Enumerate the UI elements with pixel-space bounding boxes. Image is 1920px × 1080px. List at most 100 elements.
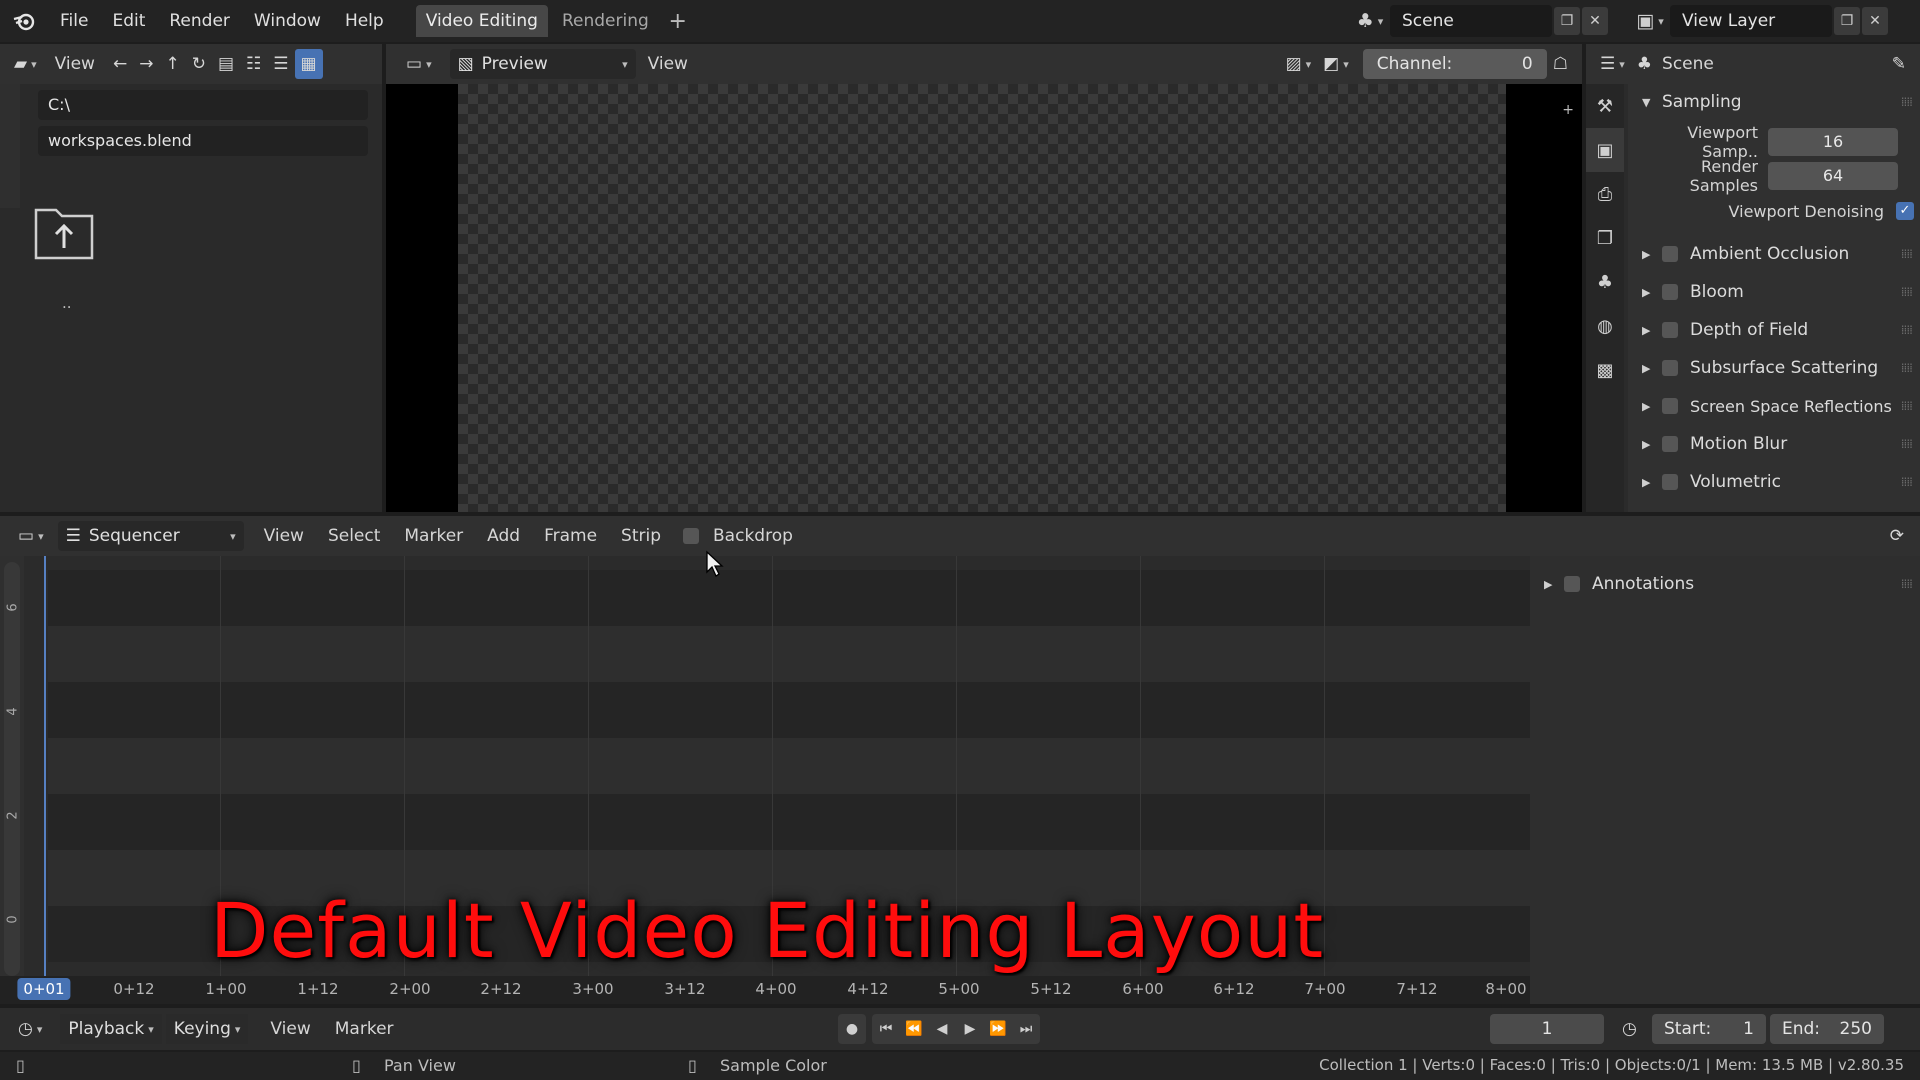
current-time-marker[interactable]: 0+01 — [17, 978, 71, 1000]
texture-tab-icon[interactable]: ▩ — [1586, 348, 1624, 392]
thumbnails-view-icon[interactable]: ▦ — [294, 49, 323, 79]
drag-grip-icon[interactable]: ⁞⁞⁞⁞ — [1901, 247, 1913, 261]
output-tab-icon[interactable]: ⎙ — [1586, 172, 1624, 216]
tab-rendering[interactable]: Rendering — [552, 5, 659, 37]
overlay-icon[interactable]: ◩ ▾ — [1317, 49, 1355, 79]
sequencer-menu-select[interactable]: Select — [316, 526, 392, 546]
editor-type-properties-icon[interactable]: ☰ ▾ — [1594, 49, 1631, 79]
long-list-icon[interactable]: ☰ — [267, 49, 294, 79]
viewport-samples-field[interactable]: 16 — [1768, 128, 1898, 156]
file-browser-view-menu[interactable]: View — [43, 54, 107, 74]
drag-grip-icon[interactable]: ⁞⁞⁞⁞ — [1901, 361, 1913, 375]
sequencer-menu-view[interactable]: View — [252, 526, 316, 546]
drag-grip-icon[interactable]: ⁞⁞⁞⁞ — [1901, 399, 1913, 413]
current-frame-field[interactable]: 1 — [1490, 1014, 1604, 1044]
sequencer-menu-frame[interactable]: Frame — [532, 526, 609, 546]
playback-menu[interactable]: Playback ▾ — [60, 1014, 162, 1044]
play-reverse-icon[interactable]: ◀ — [928, 1014, 956, 1044]
drag-grip-icon[interactable]: ⁞⁞⁞⁞ — [1901, 285, 1913, 299]
close-view-layer-icon[interactable]: ✕ — [1862, 7, 1888, 35]
jump-keyframe-forward-icon[interactable]: ⏩ — [984, 1014, 1012, 1044]
view-layer-name-field[interactable]: View Layer — [1670, 5, 1832, 37]
annotations-checkbox[interactable] — [1564, 576, 1580, 592]
filename-field[interactable]: workspaces.blend — [38, 126, 368, 156]
enable-checkbox[interactable] — [1662, 436, 1678, 452]
scene-icon[interactable]: ♣ ▾ — [1350, 5, 1390, 37]
tab-video-editing[interactable]: Video Editing — [415, 5, 548, 37]
directory-path-field[interactable]: C:\ — [38, 90, 368, 120]
scene-tab-icon[interactable]: ♣ — [1586, 260, 1624, 304]
menu-help[interactable]: Help — [333, 0, 396, 42]
editor-type-timeline-icon[interactable]: ◷ ▾ — [12, 1014, 48, 1044]
jump-keyframe-back-icon[interactable]: ⏪ — [900, 1014, 928, 1044]
viewport-denoising-checkbox[interactable]: ✓ — [1896, 202, 1914, 220]
channel-field[interactable]: Channel: 0 — [1362, 49, 1547, 79]
add-workspace-button[interactable]: + — [663, 9, 693, 34]
backdrop-checkbox[interactable] — [683, 528, 700, 544]
view-layer-tab-icon[interactable]: ❐ — [1586, 216, 1624, 260]
menu-render[interactable]: Render — [157, 0, 242, 42]
preview-range-clock-icon[interactable]: ◷ — [1616, 1014, 1643, 1044]
forward-arrow-icon[interactable]: → — [133, 49, 159, 79]
sequencer-view-type-dropdown[interactable]: ☰ Sequencer ▾ — [57, 521, 244, 551]
tool-tab-icon[interactable]: ⚒ — [1586, 84, 1624, 128]
scene-name-field[interactable]: Scene — [1390, 5, 1552, 37]
menu-edit[interactable]: Edit — [100, 0, 157, 42]
enable-checkbox[interactable] — [1662, 360, 1678, 376]
sampling-panel-header[interactable]: ▼ Sampling ⁞⁞⁞⁞ — [1628, 84, 1920, 120]
time-ruler[interactable]: 0+01 0+12 1+00 1+12 2+00 2+12 3+00 3+12 … — [0, 976, 1530, 1004]
sequencer-timeline[interactable]: 6 4 2 0 Default Video Editing Layout 0+0… — [0, 556, 1530, 1004]
menu-file[interactable]: File — [48, 0, 100, 42]
back-arrow-icon[interactable]: ← — [107, 49, 133, 79]
record-icon[interactable]: ● — [838, 1014, 866, 1044]
drag-grip-icon[interactable]: ⁞⁞⁞⁞ — [1901, 577, 1913, 591]
parent-folder-icon[interactable] — [32, 198, 96, 262]
refresh-icon[interactable]: ↻ — [186, 49, 212, 79]
view-layer-icon[interactable]: ▣ ▾ — [1630, 5, 1670, 37]
enable-checkbox[interactable] — [1662, 284, 1678, 300]
preview-view-menu[interactable]: View — [636, 54, 700, 74]
render-tab-icon[interactable]: ▣ — [1586, 128, 1624, 172]
play-icon[interactable]: ▶ — [956, 1014, 984, 1044]
annotations-panel-header[interactable]: ▶ Annotations ⁞⁞⁞⁞ — [1530, 566, 1920, 602]
panel-depth-of-field[interactable]: ▶ Depth of Field ⁞⁞⁞⁞ — [1628, 312, 1920, 348]
editor-type-sequencer-icon[interactable]: ▭ ▾ — [12, 521, 50, 551]
view-type-dropdown[interactable]: ▧ Preview ▾ — [449, 49, 636, 79]
menu-window[interactable]: Window — [242, 0, 333, 42]
sequencer-menu-marker[interactable]: Marker — [392, 526, 475, 546]
editor-type-sequencer-icon[interactable]: ▭ ▾ — [400, 49, 438, 79]
panel-volumetric[interactable]: ▶ Volumetric ⁞⁞⁞⁞ — [1628, 464, 1920, 500]
drag-grip-icon[interactable]: ⁞⁞⁞⁞ — [1901, 323, 1913, 337]
enable-checkbox[interactable] — [1662, 246, 1678, 262]
ghost-icon[interactable]: ☖ — [1547, 49, 1574, 79]
panel-motion-blur[interactable]: ▶ Motion Blur ⁞⁞⁞⁞ — [1628, 426, 1920, 462]
panel-ambient-occlusion[interactable]: ▶ Ambient Occlusion ⁞⁞⁞⁞ — [1628, 236, 1920, 272]
panel-screen-space-reflections[interactable]: ▶ Screen Space Reflections ⁞⁞⁞⁞ — [1628, 388, 1920, 424]
display-mode-icon[interactable]: ▨ ▾ — [1280, 49, 1318, 79]
pin-icon[interactable]: ✎ — [1886, 49, 1912, 79]
sequencer-menu-add[interactable]: Add — [475, 526, 532, 546]
drag-grip-icon[interactable]: ⁞⁞⁞⁞ — [1901, 95, 1913, 109]
refresh-sequencer-icon[interactable]: ⟳ — [1884, 521, 1910, 551]
editor-type-folder-icon[interactable]: ▰ ▾ — [8, 49, 43, 79]
timeline-view-menu[interactable]: View — [258, 1019, 322, 1039]
panel-bloom[interactable]: ▶ Bloom ⁞⁞⁞⁞ — [1628, 274, 1920, 310]
sidebar-toggle-plus-icon[interactable]: + — [1562, 102, 1574, 118]
enable-checkbox[interactable] — [1662, 398, 1678, 414]
duplicate-view-layer-icon[interactable]: ❐ — [1834, 7, 1860, 35]
drag-grip-icon[interactable]: ⁞⁞⁞⁞ — [1901, 475, 1913, 489]
close-scene-icon[interactable]: ✕ — [1582, 7, 1608, 35]
enable-checkbox[interactable] — [1662, 474, 1678, 490]
new-folder-icon[interactable]: ▤ — [212, 49, 240, 79]
blender-logo-icon[interactable] — [0, 0, 48, 42]
render-samples-field[interactable]: 64 — [1768, 162, 1898, 190]
jump-start-icon[interactable]: ⏮ — [872, 1014, 900, 1044]
playhead[interactable] — [44, 556, 46, 986]
jump-end-icon[interactable]: ⏭ — [1012, 1014, 1040, 1044]
end-frame-field[interactable]: End: 250 — [1770, 1014, 1884, 1044]
timeline-marker-menu[interactable]: Marker — [323, 1019, 406, 1039]
enable-checkbox[interactable] — [1662, 322, 1678, 338]
file-browser-side-toggle[interactable] — [0, 84, 20, 208]
keying-menu[interactable]: Keying ▾ — [165, 1014, 249, 1044]
sequencer-menu-strip[interactable]: Strip — [609, 526, 673, 546]
